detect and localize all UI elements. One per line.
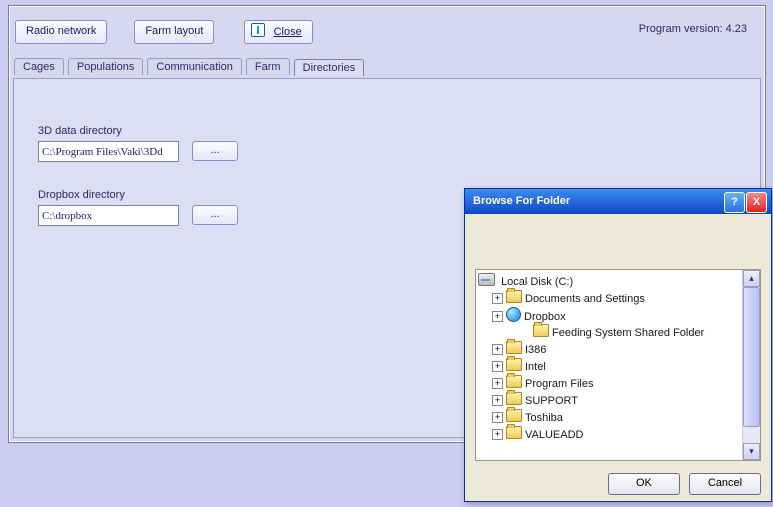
tree-node-label: Intel — [525, 361, 546, 373]
folder-icon — [506, 375, 522, 388]
folder-tree[interactable]: Local Disk (C:) +Documents and Settings+… — [476, 270, 743, 460]
disk-icon — [478, 273, 495, 286]
scroll-down-button[interactable]: ▾ — [743, 443, 760, 460]
label-dropbox-directory: Dropbox directory — [38, 189, 238, 201]
tree-node-label: SUPPORT — [525, 395, 578, 407]
expand-toggle[interactable]: + — [492, 429, 503, 440]
tree-node-label: Feeding System Shared Folder — [552, 327, 704, 339]
tree-node-label: Documents and Settings — [525, 293, 645, 305]
field-dropbox-directory: Dropbox directory ... — [38, 189, 238, 226]
dialog-ok-button[interactable]: OK — [608, 473, 680, 495]
dialog-title-text: Browse For Folder — [473, 195, 570, 207]
input-3d-directory[interactable] — [38, 141, 179, 162]
tree-node[interactable]: + Dropbox — [478, 307, 741, 324]
dialog-help-button[interactable]: ? — [724, 192, 745, 213]
tab-farm[interactable]: Farm — [246, 58, 290, 75]
expand-toggle[interactable]: + — [492, 395, 503, 406]
folder-icon — [506, 341, 522, 354]
folder-icon — [533, 324, 549, 337]
tab-directories[interactable]: Directories — [294, 59, 365, 76]
browse-folder-dialog: Browse For Folder ? X Local Disk (C:) + D… — [464, 188, 772, 502]
tree-node-label: Toshiba — [525, 412, 563, 424]
tree-node-label: Dropbox — [524, 311, 566, 323]
tree-node[interactable]: + Program Files — [478, 375, 741, 392]
dropbox-icon — [506, 307, 521, 322]
folder-icon — [506, 426, 522, 439]
folder-icon — [506, 409, 522, 422]
tab-cages[interactable]: Cages — [14, 58, 64, 75]
scroll-thumb[interactable] — [743, 287, 760, 427]
scroll-up-button[interactable]: ▴ — [743, 270, 760, 287]
farm-layout-button[interactable]: Farm layout — [134, 20, 214, 44]
tree-node[interactable]: + Toshiba — [478, 409, 741, 426]
field-3d-directory: 3D data directory ... — [38, 125, 238, 162]
folder-icon — [506, 392, 522, 405]
radio-network-button[interactable]: Radio network — [15, 20, 107, 44]
close-button[interactable]: Close — [244, 20, 313, 44]
toolbar: Radio network Farm layout Close — [15, 20, 759, 46]
tabs-row: Cages Populations Communication Farm Dir… — [14, 58, 760, 78]
close-icon — [251, 23, 265, 37]
tree-node[interactable]: + SUPPORT — [478, 392, 741, 409]
dialog-footer: OK Cancel — [465, 473, 771, 495]
tree-node-label: I386 — [525, 344, 546, 356]
tree-node[interactable]: + I386 — [478, 341, 741, 358]
tree-node-label: VALUEADD — [525, 429, 583, 441]
input-dropbox-directory[interactable] — [38, 205, 179, 226]
expand-toggle[interactable]: + — [492, 378, 503, 389]
tree-node[interactable]: Feeding System Shared Folder — [478, 324, 741, 341]
tree-root[interactable]: Local Disk (C:) — [478, 273, 741, 290]
expand-toggle[interactable]: + — [492, 412, 503, 423]
tree-node-label: Program Files — [525, 378, 593, 390]
browse-3d-button[interactable]: ... — [192, 141, 238, 161]
expand-toggle[interactable]: + — [492, 311, 503, 322]
dialog-close-button[interactable]: X — [746, 192, 767, 213]
label-3d-directory: 3D data directory — [38, 125, 238, 137]
tree-node[interactable]: + VALUEADD — [478, 426, 741, 443]
tree-node[interactable]: + Intel — [478, 358, 741, 375]
expand-toggle[interactable]: + — [492, 344, 503, 355]
tree-node[interactable]: + Documents and Settings — [478, 290, 741, 307]
tree-scrollbar[interactable]: ▴ ▾ — [742, 270, 760, 460]
dialog-tree-container: Local Disk (C:) +Documents and Settings+… — [475, 269, 761, 461]
folder-icon — [506, 290, 522, 303]
expand-toggle[interactable]: + — [492, 293, 503, 304]
dialog-titlebar[interactable]: Browse For Folder ? X — [465, 189, 771, 214]
expand-toggle[interactable]: + — [492, 361, 503, 372]
folder-icon — [506, 358, 522, 371]
browse-dropbox-button[interactable]: ... — [192, 205, 238, 225]
tab-communication[interactable]: Communication — [147, 58, 241, 75]
dialog-cancel-button[interactable]: Cancel — [689, 473, 761, 495]
tab-populations[interactable]: Populations — [68, 58, 144, 75]
tree-root-label: Local Disk (C:) — [501, 276, 573, 288]
